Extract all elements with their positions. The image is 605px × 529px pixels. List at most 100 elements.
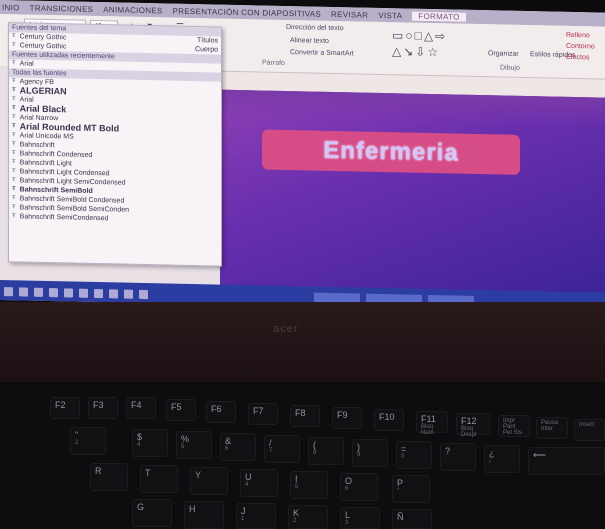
key-t[interactable]: T [140, 465, 178, 493]
key-label: Y [195, 470, 202, 480]
tab-presentacion[interactable]: PRESENTACIÓN CON DIAPOSITIVAS [173, 6, 321, 18]
truetype-icon: Ŧ [12, 141, 16, 148]
key-pause[interactable]: Pausa Inter [536, 417, 568, 439]
shapes-gallery-icon[interactable]: ▭○□△⇨ [392, 28, 447, 43]
truetype-icon: Ŧ [12, 42, 16, 49]
key-f7[interactable]: F7 [248, 403, 278, 425]
key-2[interactable]: " 2 [70, 427, 106, 455]
arrange-button[interactable]: Organizar [488, 50, 519, 58]
backspace-arrow-icon: ⟵ [533, 450, 546, 460]
key-print-screen[interactable]: Impr Pant Pet Sis [498, 415, 530, 437]
key-label: / [269, 438, 272, 448]
font-option-label: Bahnschrift SemiCondensed [19, 213, 109, 223]
key-y[interactable]: Y [190, 467, 228, 495]
key-4[interactable]: $4 [132, 429, 168, 457]
key-8[interactable]: (8 [308, 437, 344, 465]
key-sub-label: 0 [401, 454, 405, 460]
key-g[interactable]: G [132, 499, 172, 527]
key-label: P [397, 478, 404, 488]
truetype-icon: Ŧ [12, 33, 16, 40]
key-backspace[interactable]: ⟵ [528, 447, 605, 475]
powerpoint-icon[interactable] [139, 289, 148, 299]
tab-inicio[interactable]: INIO [2, 3, 20, 12]
store-icon[interactable] [79, 288, 88, 298]
key-label: J [241, 506, 246, 516]
smartart-button[interactable]: Convertir a SmartArt [290, 49, 354, 57]
key-sub-label: 2 [293, 518, 297, 524]
key-f2[interactable]: F2 [50, 397, 80, 419]
start-icon[interactable] [4, 286, 13, 296]
key-sub-label: 6 [225, 446, 229, 452]
key-label: K [293, 508, 300, 518]
key-label: H [189, 504, 196, 514]
key-exclamation[interactable]: ¿ ¡ [484, 445, 520, 473]
key-i[interactable]: I5 [290, 471, 328, 499]
key-f11[interactable]: F11 Bloq Num [416, 411, 448, 436]
key-p[interactable]: P * [392, 475, 430, 503]
key-h[interactable]: H [184, 501, 224, 529]
shape-effects-button[interactable]: Efectos [566, 54, 589, 61]
word-icon[interactable] [124, 289, 133, 299]
key-f5[interactable]: F5 [166, 399, 196, 421]
key-label: F7 [253, 406, 264, 416]
key-label: T [145, 468, 151, 478]
text-direction-button[interactable]: Dirección del texto [286, 24, 344, 32]
key-sub-label: * [397, 488, 400, 494]
key-0[interactable]: = 0 [396, 441, 432, 469]
key-7[interactable]: /7 [264, 435, 300, 463]
key-label: ) [357, 442, 360, 452]
key-f4[interactable]: F4 [126, 397, 156, 419]
task-view-icon[interactable] [34, 287, 43, 297]
align-text-button[interactable]: Alinear texto [290, 37, 329, 45]
key-label: U [245, 472, 252, 482]
key-sub-label: 9 [357, 452, 361, 458]
tab-vista[interactable]: VISTA [378, 10, 402, 20]
key-f6[interactable]: F6 [206, 401, 236, 423]
truetype-icon: Ŧ [12, 177, 16, 184]
key-sub-label: Bloq Num [421, 424, 434, 436]
key-r[interactable]: R [90, 463, 128, 491]
search-icon[interactable] [19, 286, 28, 297]
chrome-icon[interactable] [109, 288, 118, 298]
key-j[interactable]: J1 [236, 503, 276, 529]
slide-title-box[interactable]: Enfermeria [262, 129, 520, 175]
laptop-screen: INIO TRANSICIONES ANIMACIONES PRESENTACI… [0, 0, 605, 313]
key-apostrophe[interactable]: ? ' [440, 443, 476, 471]
group-label-drawing: Dibujo [500, 64, 520, 72]
key-f9[interactable]: F9 [332, 407, 362, 429]
shape-outline-button[interactable]: Contorno [566, 43, 595, 51]
key-l[interactable]: L3 [340, 507, 380, 529]
key-k[interactable]: K2 [288, 505, 328, 529]
key-insert[interactable]: Insert [574, 419, 605, 441]
tab-revisar[interactable]: REVISAR [331, 9, 368, 19]
key-label: F5 [171, 402, 182, 412]
truetype-icon: Ŧ [12, 150, 16, 157]
key-label: ? [445, 446, 451, 456]
key-f10[interactable]: F10 [374, 409, 404, 431]
edge-icon[interactable] [49, 287, 58, 297]
truetype-icon: Ŧ [12, 114, 16, 121]
tab-animaciones[interactable]: ANIMACIONES [103, 5, 162, 15]
key-label: ¿ [489, 448, 495, 458]
shape-fill-button[interactable]: Relleno [566, 32, 590, 39]
font-option-label: Century Gothic [19, 42, 67, 51]
key-o[interactable]: O6 [340, 473, 378, 501]
key-label: " [75, 430, 79, 440]
tab-transiciones[interactable]: TRANSICIONES [30, 3, 94, 13]
key-6[interactable]: & 6 [220, 433, 256, 461]
folder-icon[interactable] [64, 287, 73, 298]
key-label: Impr Pant [503, 418, 516, 430]
key-n-tilde[interactable]: Ñ [392, 509, 432, 529]
key-sub-label: 6 [345, 486, 349, 492]
shapes-gallery-row2-icon[interactable]: △↘⇩☆ [392, 44, 440, 59]
key-u[interactable]: U4 [240, 469, 278, 497]
key-f12[interactable]: F12 Bloq Despl [456, 413, 490, 438]
key-5[interactable]: % 5 [176, 431, 212, 459]
tab-formato[interactable]: FORMATO [412, 11, 466, 22]
slide-canvas[interactable] [220, 89, 605, 298]
key-9[interactable]: ) 9 [352, 439, 388, 467]
key-f3[interactable]: F3 [88, 397, 118, 419]
key-label: G [137, 502, 145, 512]
key-f8[interactable]: F8 [290, 405, 320, 427]
mail-icon[interactable] [94, 288, 103, 298]
